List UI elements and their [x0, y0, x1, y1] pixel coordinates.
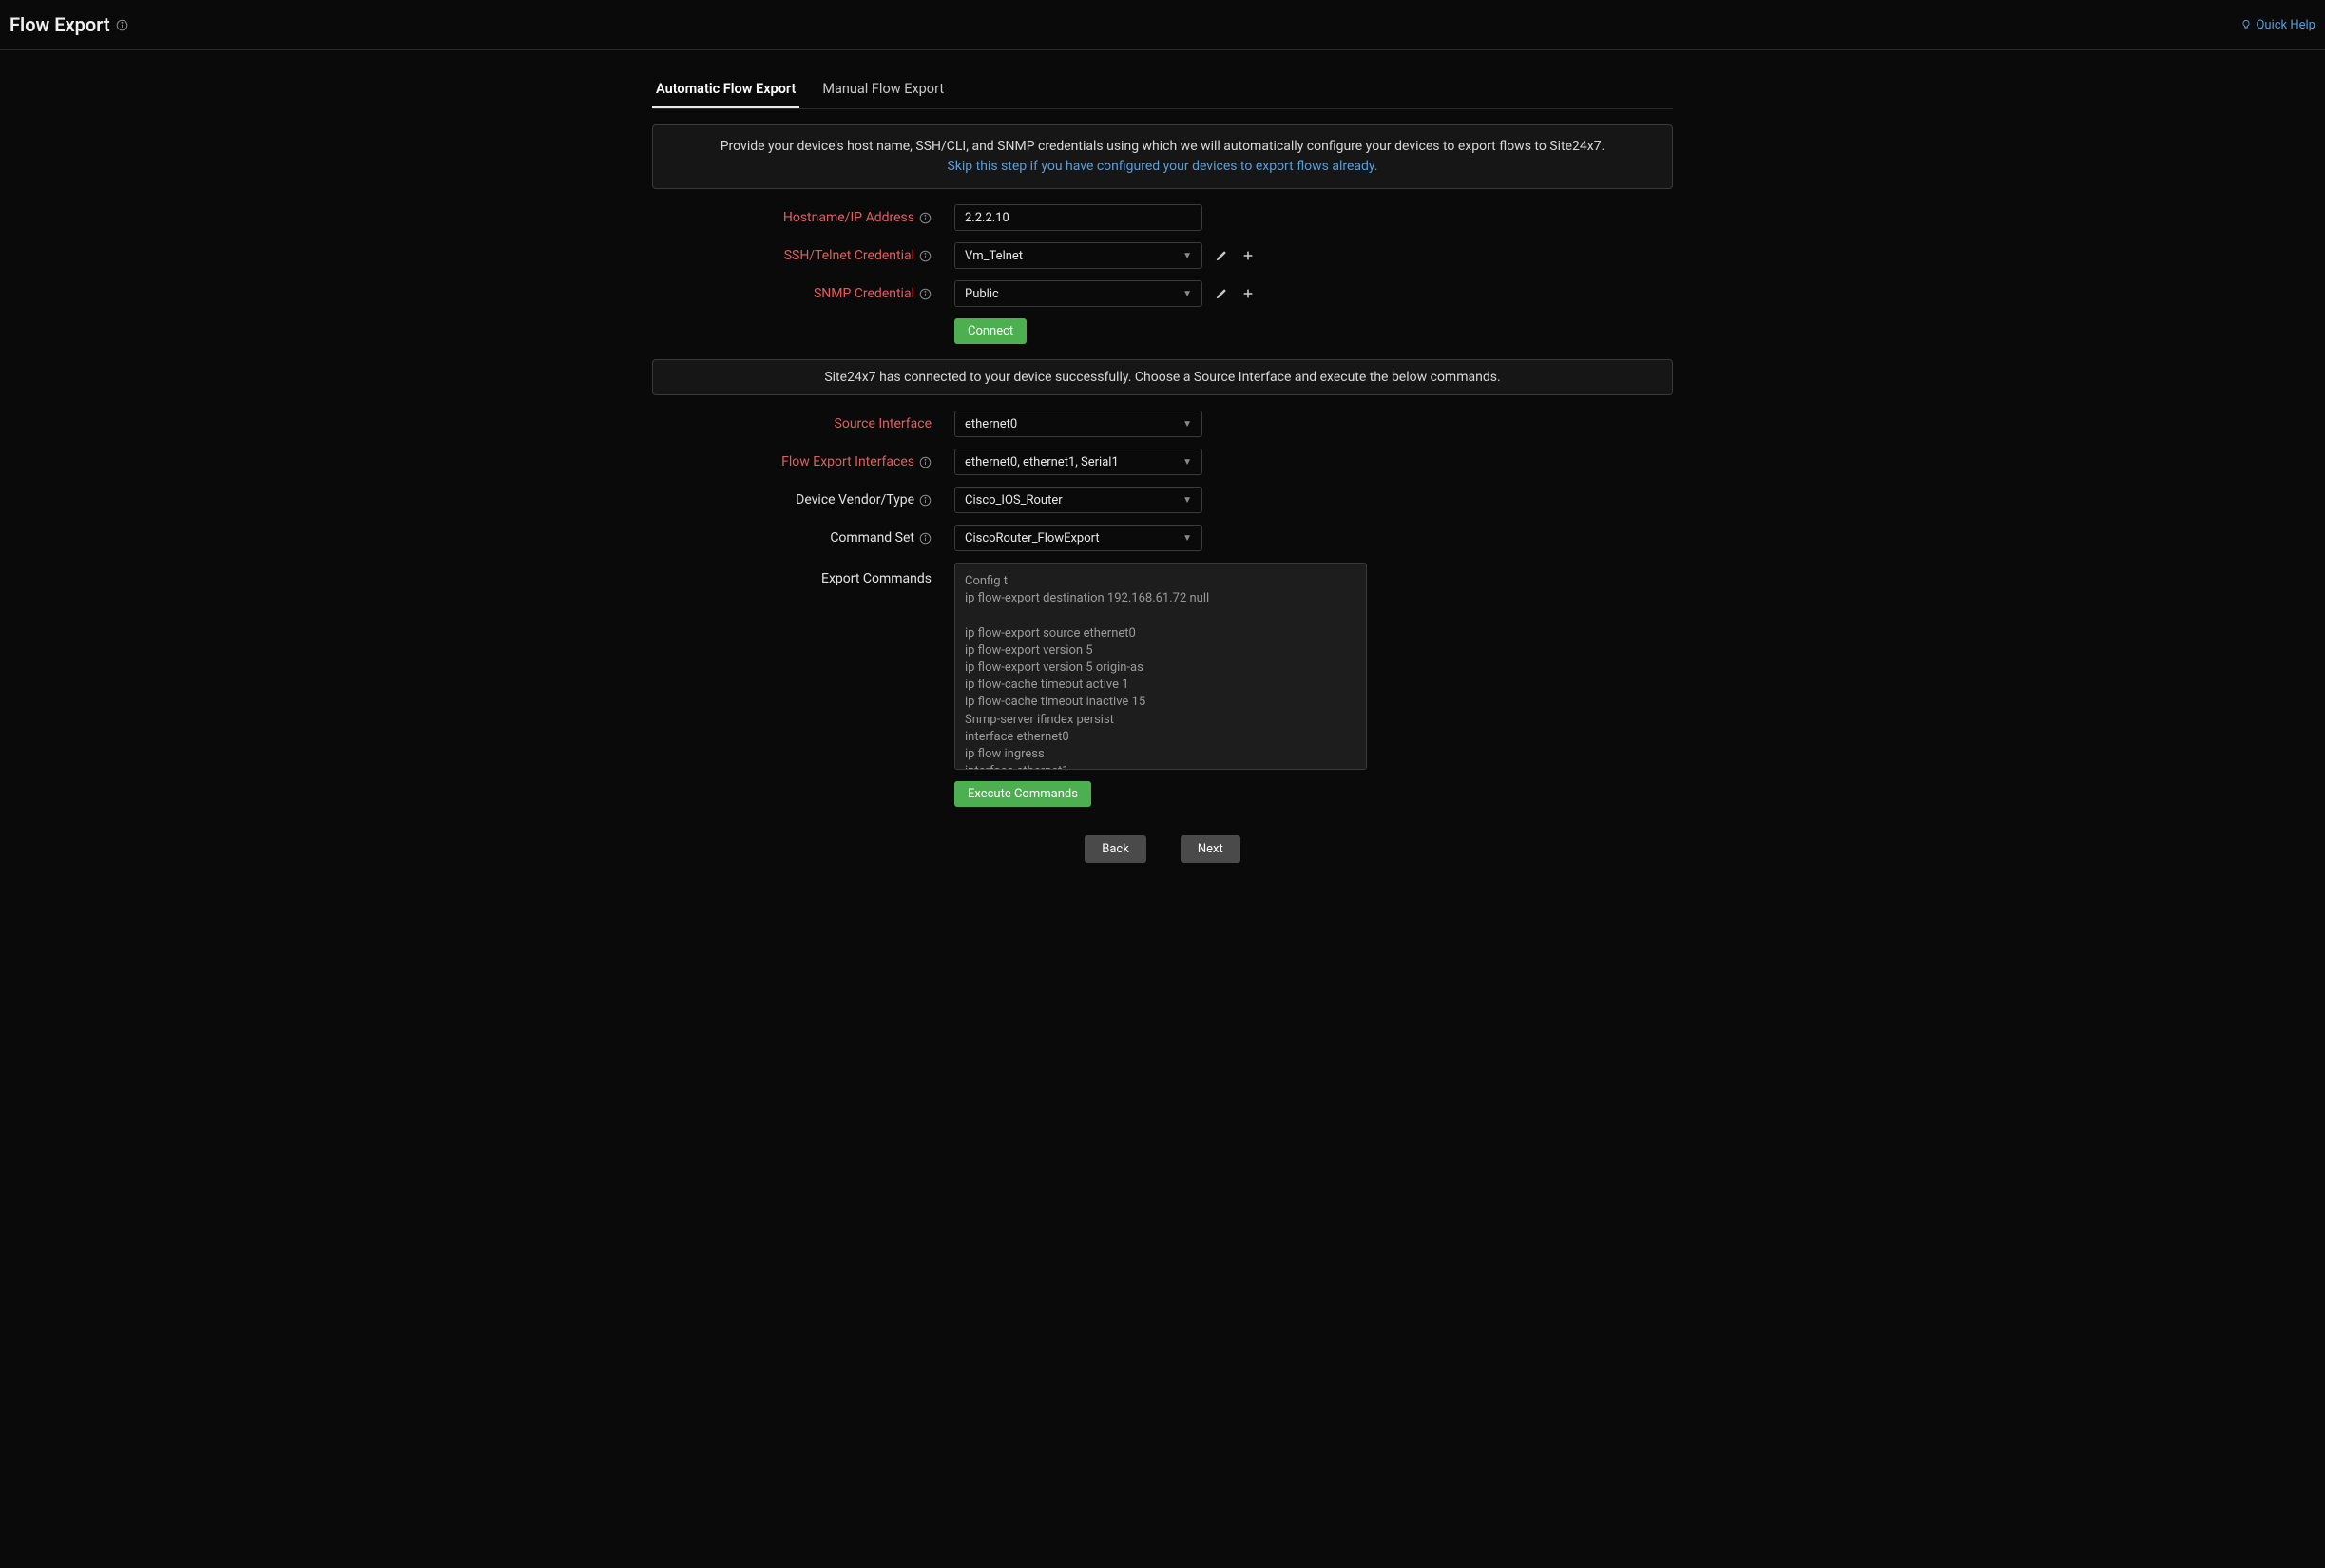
main-container: Automatic Flow Export Manual Flow Export… — [652, 71, 1673, 901]
hostname-input[interactable] — [954, 204, 1202, 231]
info-icon[interactable] — [918, 287, 932, 300]
row-command-set: Command Set CiscoRouter_FlowExport ▼ — [652, 525, 1673, 551]
add-snmp-credential-button[interactable] — [1240, 286, 1256, 301]
status-banner: Site24x7 has connected to your device su… — [652, 359, 1673, 395]
command-set-label: Command Set — [652, 530, 954, 545]
chevron-down-icon: ▼ — [1182, 457, 1192, 468]
ssh-credential-select[interactable]: Vm_Telnet ▼ — [954, 242, 1202, 269]
add-ssh-credential-button[interactable] — [1240, 248, 1256, 263]
edit-ssh-credential-button[interactable] — [1214, 248, 1229, 263]
info-banner: Provide your device's host name, SSH/CLI… — [652, 124, 1673, 189]
execute-btn-wrap: Execute Commands — [954, 781, 1673, 807]
tab-manual-flow-export[interactable]: Manual Flow Export — [818, 71, 948, 108]
row-source-interface: Source Interface ethernet0 ▼ — [652, 411, 1673, 437]
export-commands-textarea[interactable] — [954, 563, 1367, 770]
device-vendor-label: Device Vendor/Type — [652, 492, 954, 507]
back-button[interactable]: Back — [1085, 835, 1146, 863]
chevron-down-icon: ▼ — [1182, 251, 1192, 261]
pencil-icon — [1215, 249, 1228, 262]
chevron-down-icon: ▼ — [1182, 289, 1192, 299]
device-vendor-select[interactable]: Cisco_IOS_Router ▼ — [954, 487, 1202, 513]
config-section: Source Interface ethernet0 ▼ Flow Export… — [652, 411, 1673, 807]
info-banner-line1: Provide your device's host name, SSH/CLI… — [668, 137, 1657, 157]
plus-icon — [1241, 249, 1255, 262]
page-title: Flow Export — [10, 13, 110, 36]
row-export-commands: Export Commands — [652, 563, 1673, 770]
info-icon[interactable] — [918, 249, 932, 262]
edit-snmp-credential-button[interactable] — [1214, 286, 1229, 301]
status-message: Site24x7 has connected to your device su… — [824, 370, 1500, 385]
source-interface-select[interactable]: ethernet0 ▼ — [954, 411, 1202, 437]
pencil-icon — [1215, 287, 1228, 300]
tabs: Automatic Flow Export Manual Flow Export — [652, 71, 1673, 109]
plus-icon — [1241, 287, 1255, 300]
snmp-credential-select[interactable]: Public ▼ — [954, 280, 1202, 307]
info-icon[interactable] — [918, 455, 932, 468]
page-header: Flow Export Quick Help — [0, 0, 2325, 50]
chevron-down-icon: ▼ — [1182, 533, 1192, 544]
footer-buttons: Back Next — [652, 835, 1673, 863]
chevron-down-icon: ▼ — [1182, 495, 1192, 506]
command-set-select[interactable]: CiscoRouter_FlowExport ▼ — [954, 525, 1202, 551]
row-snmp-credential: SNMP Credential Public ▼ — [652, 280, 1673, 307]
tab-automatic-flow-export[interactable]: Automatic Flow Export — [652, 71, 799, 108]
connect-btn-wrap: Connect — [954, 318, 1673, 344]
export-commands-label: Export Commands — [652, 563, 954, 586]
skip-step-link[interactable]: Skip this step if you have configured yo… — [668, 157, 1657, 177]
page-title-wrap: Flow Export — [10, 13, 129, 36]
chevron-down-icon: ▼ — [1182, 419, 1192, 430]
row-flow-export-interfaces: Flow Export Interfaces ethernet0, ethern… — [652, 449, 1673, 475]
row-device-vendor: Device Vendor/Type Cisco_IOS_Router ▼ — [652, 487, 1673, 513]
info-icon[interactable] — [918, 493, 932, 507]
flow-export-interfaces-label: Flow Export Interfaces — [652, 454, 954, 469]
info-icon[interactable] — [918, 531, 932, 545]
info-icon[interactable] — [918, 211, 932, 224]
quick-help-label: Quick Help — [2256, 18, 2315, 32]
info-icon[interactable] — [116, 18, 129, 31]
snmp-label: SNMP Credential — [652, 286, 954, 301]
ssh-label: SSH/Telnet Credential — [652, 248, 954, 263]
connect-button[interactable]: Connect — [954, 318, 1027, 344]
row-hostname: Hostname/IP Address — [652, 204, 1673, 231]
credentials-section: Hostname/IP Address SSH/Telnet Credentia… — [652, 204, 1673, 344]
bulb-icon — [2240, 19, 2252, 30]
source-interface-label: Source Interface — [652, 416, 954, 431]
quick-help-link[interactable]: Quick Help — [2240, 18, 2315, 32]
execute-commands-button[interactable]: Execute Commands — [954, 781, 1091, 807]
flow-export-interfaces-select[interactable]: ethernet0, ethernet1, Serial1 ▼ — [954, 449, 1202, 475]
hostname-label: Hostname/IP Address — [652, 210, 954, 225]
row-ssh-credential: SSH/Telnet Credential Vm_Telnet ▼ — [652, 242, 1673, 269]
next-button[interactable]: Next — [1181, 835, 1240, 863]
